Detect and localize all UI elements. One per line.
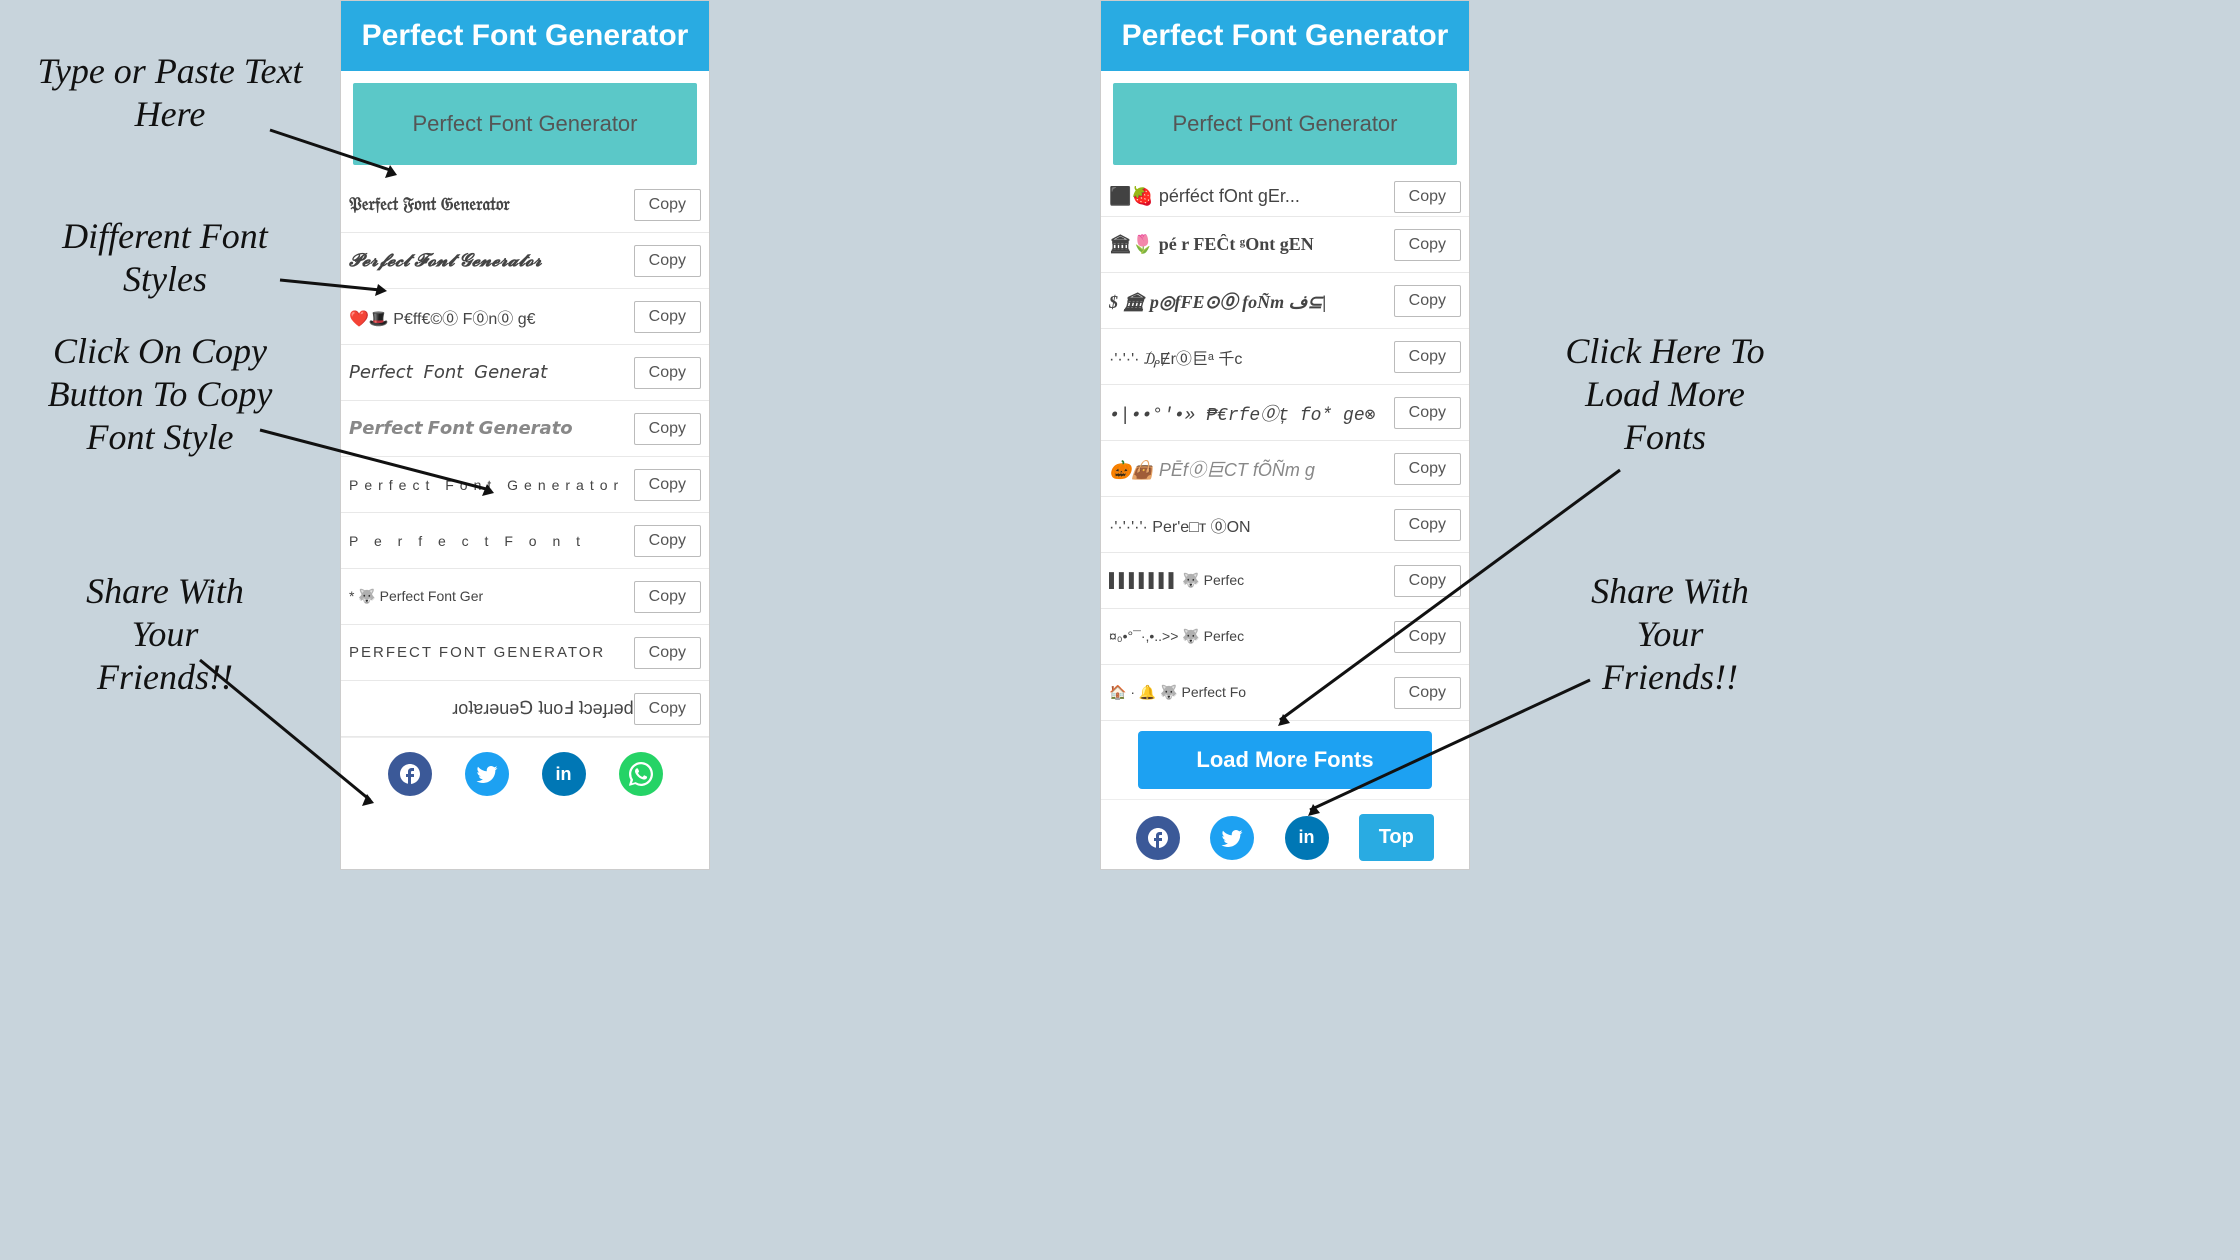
- right-font-text-5: ·'·'·'·'· Per'e□т ⓪ON: [1109, 513, 1394, 537]
- left-copy-button-4[interactable]: Copy: [634, 413, 701, 445]
- right-font-row-7: ¤₀•°¯·,•..>> 🐺 PerfecCopy: [1101, 609, 1469, 665]
- left-copy-button-7[interactable]: Copy: [634, 581, 701, 613]
- click-load-more-annotation: Click Here ToLoad MoreFonts: [1510, 330, 1820, 460]
- right-copy-button-5[interactable]: Copy: [1394, 509, 1461, 541]
- load-more-button[interactable]: Load More Fonts: [1138, 731, 1432, 789]
- share-friends-left-annotation: Share WithYourFriends!!: [30, 570, 300, 700]
- right-font-row-3: •|••°'•» ₱€rfe⓪ț fo* ge⊗Copy: [1101, 385, 1469, 441]
- right-bottom-bar: in Top: [1101, 799, 1469, 870]
- partial-font-row: ⬛🍓 pérféct fOnt gEr... Copy: [1101, 177, 1469, 217]
- left-font-text-2: ❤️🎩 P€ff€©⓪ F⓪n⓪ g€: [349, 305, 634, 329]
- right-copy-button-6[interactable]: Copy: [1394, 565, 1461, 597]
- click-copy-annotation: Click On CopyButton To CopyFont Style: [10, 330, 310, 460]
- left-font-row-4: 𝙋𝙚𝙧𝙛𝙚𝙘𝙩 𝙁𝙤𝙣𝙩 𝙂𝙚𝙣𝙚𝙧𝙖𝙩𝙤Copy: [341, 401, 709, 457]
- right-linkedin-button[interactable]: in: [1285, 816, 1329, 860]
- left-font-list: 𝔓𝔢𝔯𝔣𝔢𝔠𝔱 𝔉𝔬𝔫𝔱 𝔊𝔢𝔫𝔢𝔯𝔞𝔱𝔬𝔯Copy𝓟𝓮𝓻𝓯𝓮𝓬𝓽 𝓕𝓸𝓷𝓽 𝓖…: [341, 177, 709, 737]
- right-font-text-3: •|••°'•» ₱€rfe⓪ț fo* ge⊗: [1109, 400, 1394, 426]
- left-copy-button-5[interactable]: Copy: [634, 469, 701, 501]
- right-input-area[interactable]: Perfect Font Generator: [1113, 83, 1457, 165]
- left-font-text-9: ɹoʇɐɹǝuǝ⅁ ʇuoℲ ʇɔǝɟɹǝd: [349, 698, 634, 719]
- right-font-text-6: ▌▌▌▌▌▌▌ 🐺 Perfec: [1109, 572, 1394, 589]
- right-copy-button-2[interactable]: Copy: [1394, 341, 1461, 373]
- right-copy-button-8[interactable]: Copy: [1394, 677, 1461, 709]
- left-phone-panel: Perfect Font Generator Perfect Font Gene…: [340, 0, 710, 870]
- partial-copy-button[interactable]: Copy: [1394, 181, 1461, 213]
- left-font-row-3: 𝘗𝘦𝘳𝘧𝘦𝘤𝘵 𝘍𝘰𝘯𝘵 𝘎𝘦𝘯𝘦𝘳𝘢𝘵Copy: [341, 345, 709, 401]
- left-font-text-7: * 🐺 Perfect Font Ger: [349, 588, 634, 605]
- right-copy-button-3[interactable]: Copy: [1394, 397, 1461, 429]
- right-font-row-1: $ 🏛 p◎fFE⊙⓪ foÑт ف⊆|Copy: [1101, 273, 1469, 329]
- right-font-text-7: ¤₀•°¯·,•..>> 🐺 Perfec: [1109, 628, 1394, 645]
- share-friends-right-annotation: Share WithYourFriends!!: [1530, 570, 1810, 700]
- left-font-text-4: 𝙋𝙚𝙧𝙛𝙚𝙘𝙩 𝙁𝙤𝙣𝙩 𝙂𝙚𝙣𝙚𝙧𝙖𝙩𝙤: [349, 418, 634, 439]
- right-font-row-4: 🎃👜 PĒf⓪巨CT fÕÑт gCopy: [1101, 441, 1469, 497]
- right-facebook-button[interactable]: [1136, 816, 1180, 860]
- right-font-text-4: 🎃👜 PĒf⓪巨CT fÕÑт g: [1109, 456, 1394, 482]
- left-font-row-8: PERFECT FONT GENERATORCopy: [341, 625, 709, 681]
- right-font-row-2: ·'·'·'· ₯Ɇr⓪巨ᵃ 千cCopy: [1101, 329, 1469, 385]
- left-panel-header: Perfect Font Generator: [341, 1, 709, 71]
- left-font-row-2: ❤️🎩 P€ff€©⓪ F⓪n⓪ g€Copy: [341, 289, 709, 345]
- right-copy-button-1[interactable]: Copy: [1394, 285, 1461, 317]
- left-font-text-6: P e r f e c t F o n t: [349, 533, 634, 549]
- left-font-row-5: Perfect Font GeneratorCopy: [341, 457, 709, 513]
- left-font-row-6: P e r f e c t F o n tCopy: [341, 513, 709, 569]
- right-copy-button-7[interactable]: Copy: [1394, 621, 1461, 653]
- twitter-share-button[interactable]: [465, 752, 509, 796]
- whatsapp-share-button[interactable]: [619, 752, 663, 796]
- right-font-text-0: 🏛🌷 pé r FEĈt ᵍOnt gEN: [1109, 234, 1394, 255]
- left-font-row-9: ɹoʇɐɹǝuǝ⅁ ʇuoℲ ʇɔǝɟɹǝdCopy: [341, 681, 709, 737]
- type-paste-annotation: Type or Paste TextHere: [30, 50, 310, 136]
- left-font-text-3: 𝘗𝘦𝘳𝘧𝘦𝘤𝘵 𝘍𝘰𝘯𝘵 𝘎𝘦𝘯𝘦𝘳𝘢𝘵: [349, 362, 634, 384]
- left-social-bar: in: [341, 737, 709, 810]
- facebook-share-button[interactable]: [388, 752, 432, 796]
- left-font-text-5: Perfect Font Generator: [349, 477, 634, 493]
- left-copy-button-0[interactable]: Copy: [634, 189, 701, 221]
- left-font-row-0: 𝔓𝔢𝔯𝔣𝔢𝔠𝔱 𝔉𝔬𝔫𝔱 𝔊𝔢𝔫𝔢𝔯𝔞𝔱𝔬𝔯Copy: [341, 177, 709, 233]
- different-font-styles-annotation: Different FontStyles: [20, 215, 310, 301]
- right-copy-button-0[interactable]: Copy: [1394, 229, 1461, 261]
- left-font-text-8: PERFECT FONT GENERATOR: [349, 644, 634, 661]
- left-font-row-7: * 🐺 Perfect Font GerCopy: [341, 569, 709, 625]
- right-font-list: 🏛🌷 pé r FEĈt ᵍOnt gENCopy$ 🏛 p◎fFE⊙⓪ foÑ…: [1101, 217, 1469, 721]
- right-font-text-2: ·'·'·'· ₯Ɇr⓪巨ᵃ 千c: [1109, 345, 1394, 369]
- left-font-row-1: 𝓟𝓮𝓻𝓯𝓮𝓬𝓽 𝓕𝓸𝓷𝓽 𝓖𝓮𝓷𝓮𝓻𝓪𝓽𝓸𝓻Copy: [341, 233, 709, 289]
- left-copy-button-6[interactable]: Copy: [634, 525, 701, 557]
- left-copy-button-3[interactable]: Copy: [634, 357, 701, 389]
- left-copy-button-9[interactable]: Copy: [634, 693, 701, 725]
- right-copy-button-4[interactable]: Copy: [1394, 453, 1461, 485]
- right-font-row-6: ▌▌▌▌▌▌▌ 🐺 PerfecCopy: [1101, 553, 1469, 609]
- right-font-row-8: 🏠 · 🔔 🐺 Perfect FoCopy: [1101, 665, 1469, 721]
- right-panel-header: Perfect Font Generator: [1101, 1, 1469, 71]
- right-phone-panel: Perfect Font Generator Perfect Font Gene…: [1100, 0, 1470, 870]
- top-button[interactable]: Top: [1359, 814, 1434, 861]
- left-font-text-1: 𝓟𝓮𝓻𝓯𝓮𝓬𝓽 𝓕𝓸𝓷𝓽 𝓖𝓮𝓷𝓮𝓻𝓪𝓽𝓸𝓻: [349, 250, 634, 271]
- left-input-area[interactable]: Perfect Font Generator: [353, 83, 697, 165]
- left-copy-button-1[interactable]: Copy: [634, 245, 701, 277]
- right-font-row-5: ·'·'·'·'· Per'e□т ⓪ONCopy: [1101, 497, 1469, 553]
- right-font-text-1: $ 🏛 p◎fFE⊙⓪ foÑт ف⊆|: [1109, 288, 1394, 314]
- partial-font-text: ⬛🍓 pérféct fOnt gEr...: [1109, 186, 1394, 207]
- left-copy-button-2[interactable]: Copy: [634, 301, 701, 333]
- left-copy-button-8[interactable]: Copy: [634, 637, 701, 669]
- right-font-text-8: 🏠 · 🔔 🐺 Perfect Fo: [1109, 684, 1394, 701]
- right-font-row-0: 🏛🌷 pé r FEĈt ᵍOnt gENCopy: [1101, 217, 1469, 273]
- linkedin-share-button[interactable]: in: [542, 752, 586, 796]
- left-font-text-0: 𝔓𝔢𝔯𝔣𝔢𝔠𝔱 𝔉𝔬𝔫𝔱 𝔊𝔢𝔫𝔢𝔯𝔞𝔱𝔬𝔯: [349, 194, 634, 215]
- right-twitter-button[interactable]: [1210, 816, 1254, 860]
